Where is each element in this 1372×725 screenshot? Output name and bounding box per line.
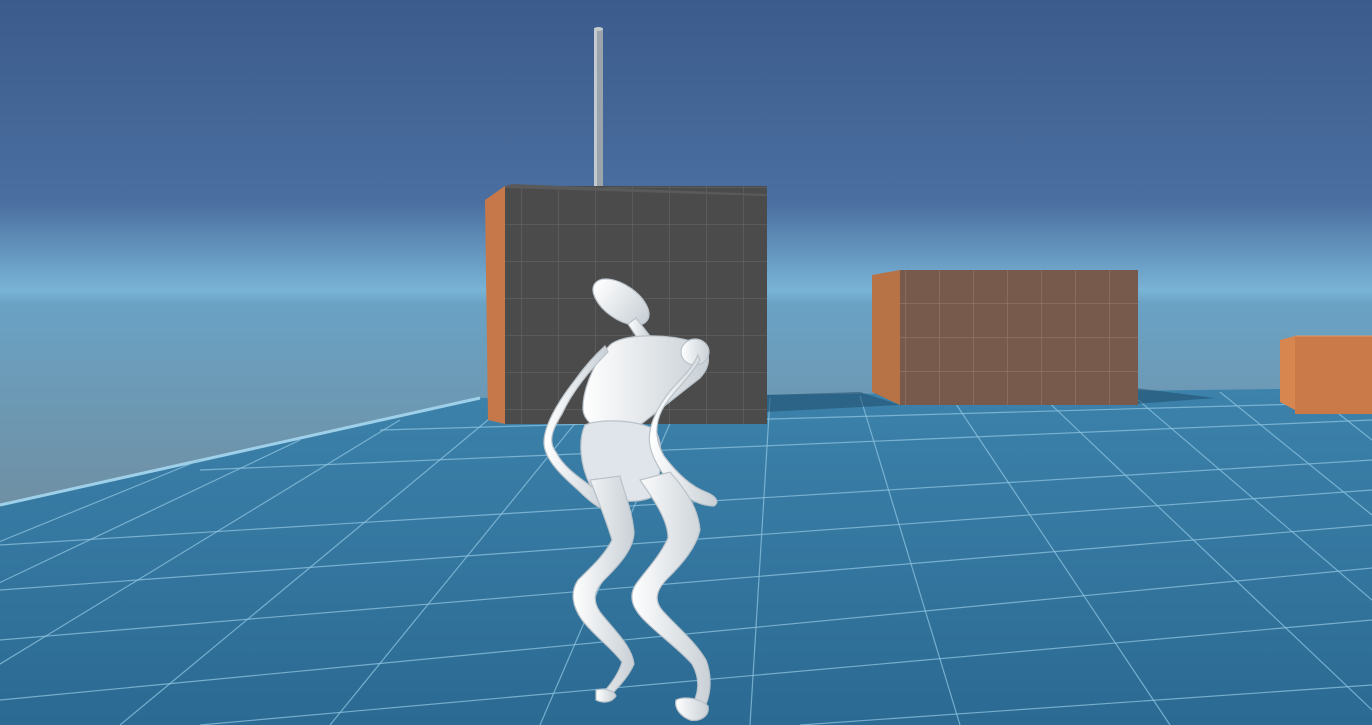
scene-canvas[interactable]	[0, 0, 1372, 725]
crate-box-right	[1280, 335, 1372, 414]
crate-box	[872, 270, 1138, 405]
game-viewport[interactable]	[0, 0, 1372, 725]
